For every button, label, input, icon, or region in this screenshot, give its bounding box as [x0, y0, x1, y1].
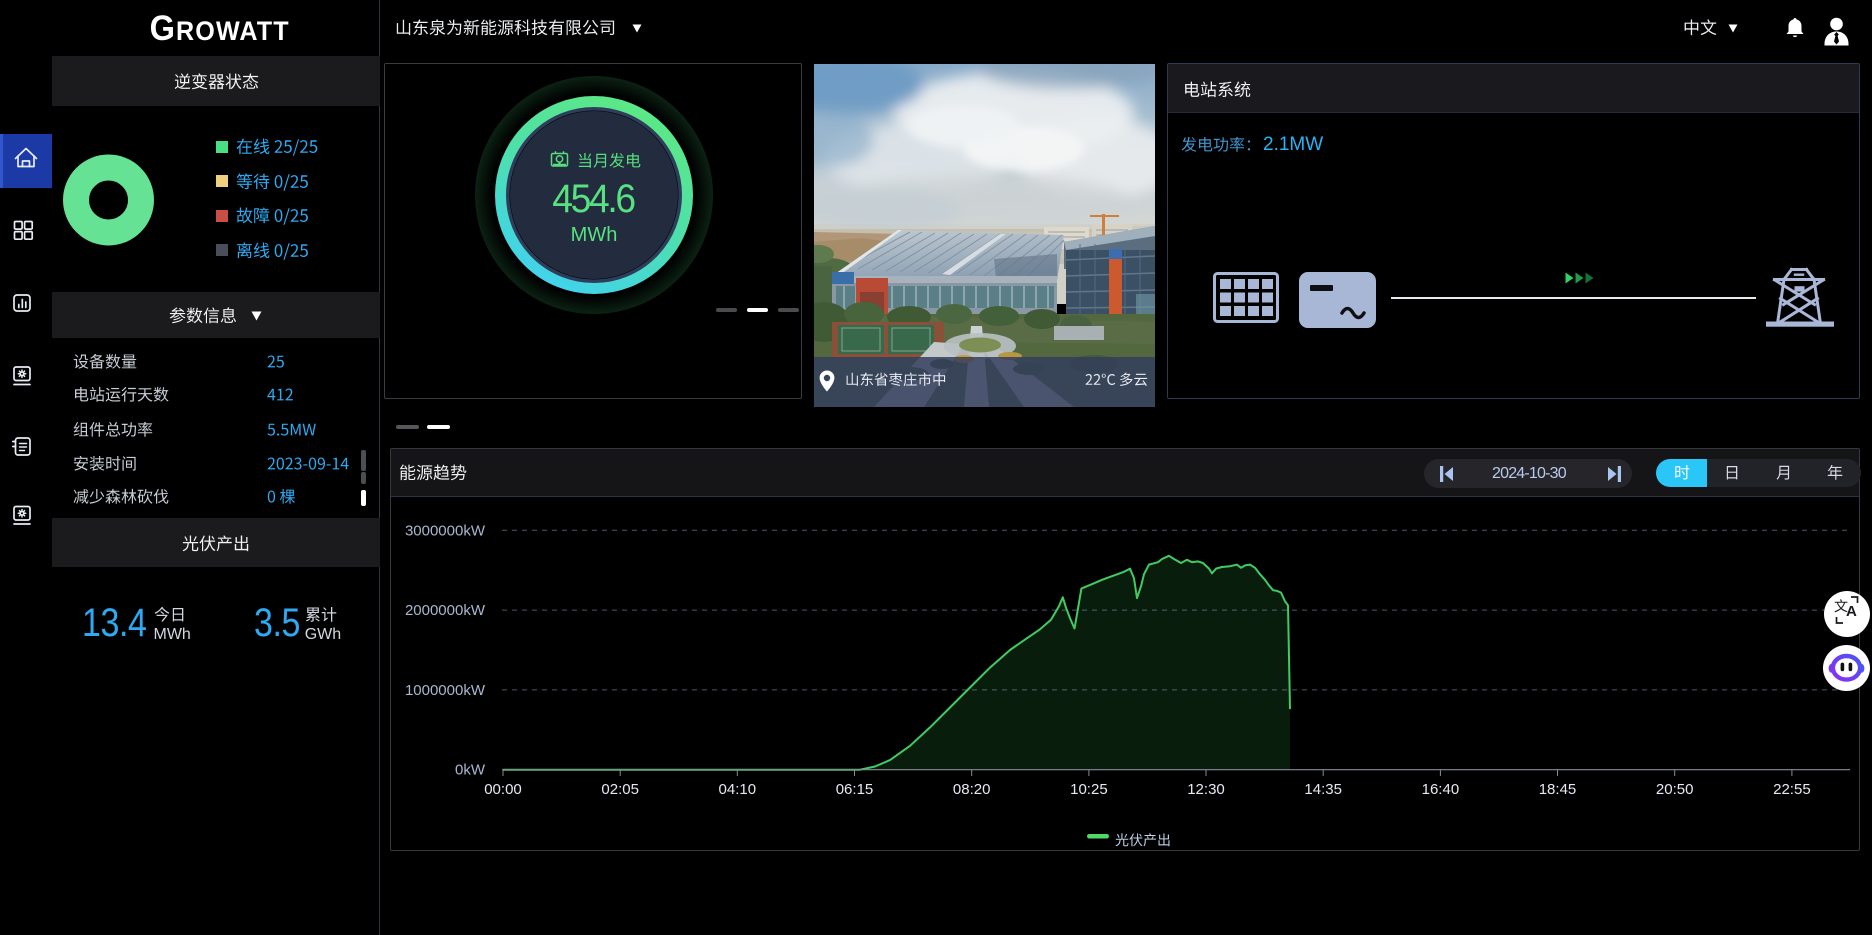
svg-text:08:20: 08:20 — [953, 781, 991, 798]
svg-text:0kW: 0kW — [455, 762, 486, 779]
svg-text:18:45: 18:45 — [1539, 781, 1577, 798]
svg-text:20:50: 20:50 — [1656, 781, 1694, 798]
svg-text:10:25: 10:25 — [1070, 781, 1108, 798]
svg-text:02:05: 02:05 — [601, 781, 639, 798]
svg-text:04:10: 04:10 — [719, 781, 757, 798]
svg-text:12:30: 12:30 — [1187, 781, 1225, 798]
svg-text:3000000kW: 3000000kW — [405, 522, 486, 539]
svg-text:22:55: 22:55 — [1773, 781, 1811, 798]
svg-text:1000000kW: 1000000kW — [405, 682, 486, 699]
svg-text:14:35: 14:35 — [1304, 781, 1342, 798]
svg-text:16:40: 16:40 — [1422, 781, 1460, 798]
svg-text:00:00: 00:00 — [484, 781, 522, 798]
svg-text:06:15: 06:15 — [836, 781, 874, 798]
svg-text:2000000kW: 2000000kW — [405, 602, 486, 619]
